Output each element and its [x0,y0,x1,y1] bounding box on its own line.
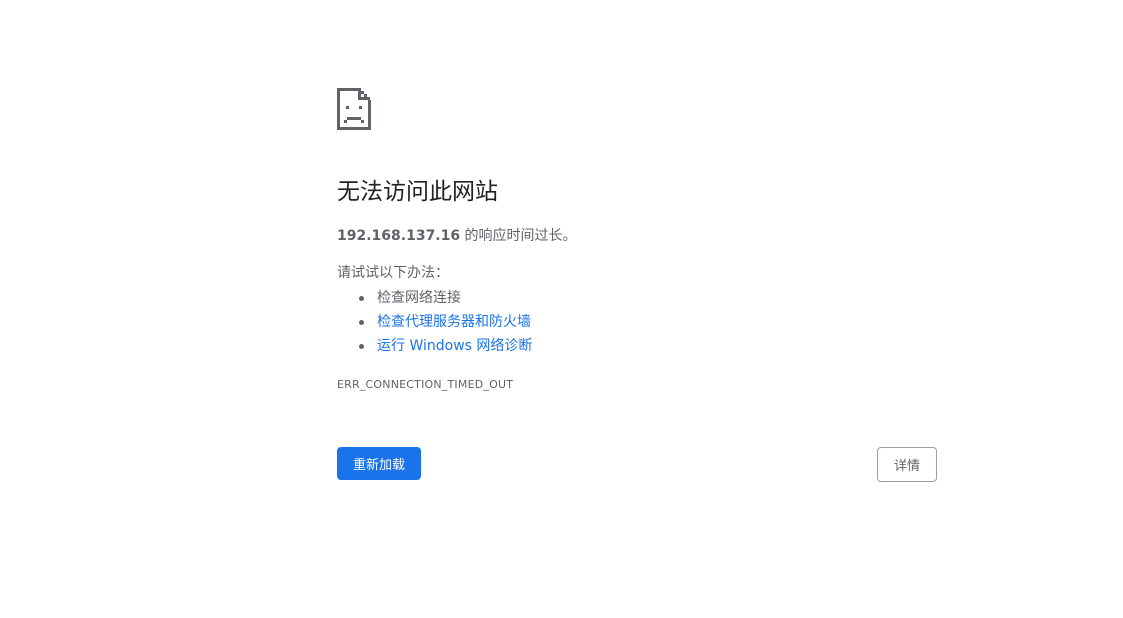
details-button[interactable]: 详情 [877,447,937,482]
suggestion-label: 检查网络连接 [377,290,461,306]
suggestion-run-diagnostics: 运行 Windows 网络诊断 [337,334,532,358]
bullet-icon [359,296,364,301]
error-code: ERR_CONNECTION_TIMED_OUT [337,378,514,391]
error-summary: 192.168.137.16 的响应时间过长。 [337,226,577,246]
summary-message: 的响应时间过长。 [460,228,577,244]
error-page: 无法访问此网站 192.168.137.16 的响应时间过长。 请试试以下办法：… [0,0,1123,618]
reload-button[interactable]: 重新加载 [337,447,421,480]
suggestion-check-connection: 检查网络连接 [337,286,532,310]
page-title: 无法访问此网站 [337,179,498,205]
check-proxy-firewall-link[interactable]: 检查代理服务器和防火墙 [377,314,531,330]
bullet-icon [359,320,364,325]
sad-page-icon [337,88,371,130]
suggestions-heading: 请试试以下办法： [337,265,449,281]
suggestions-list: 检查网络连接 检查代理服务器和防火墙 运行 Windows 网络诊断 [337,286,532,358]
host-address: 192.168.137.16 [337,228,461,244]
suggestion-check-proxy-firewall: 检查代理服务器和防火墙 [337,310,532,334]
run-network-diagnostics-link[interactable]: 运行 Windows 网络诊断 [377,338,532,354]
bullet-icon [359,344,364,349]
